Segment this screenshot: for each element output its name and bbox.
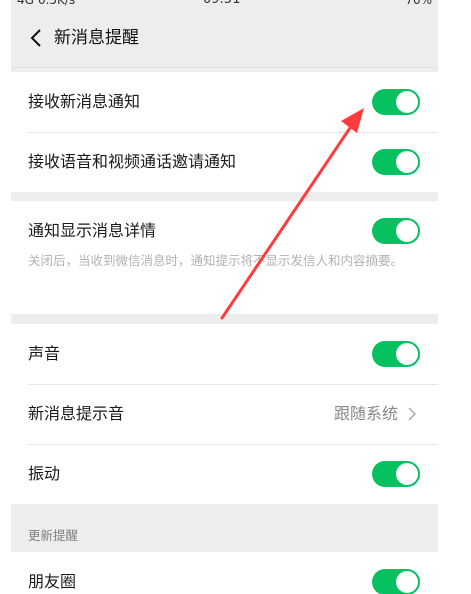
message-tone-label: 新消息提示音	[28, 404, 125, 423]
update-reminder-section-header: 更新提醒	[28, 528, 79, 543]
receive-new-message-toggle[interactable]	[372, 89, 420, 115]
toggle-knob	[396, 571, 418, 593]
sound-group: 声音 新消息提示音 跟随系统 振动	[11, 324, 438, 504]
vibration-row[interactable]: 振动	[11, 444, 438, 504]
status-time: 09:51	[203, 0, 240, 9]
toggle-knob	[396, 220, 418, 242]
toggle-knob	[396, 151, 418, 173]
sound-label: 声音	[28, 344, 61, 363]
moments-row[interactable]: 朋友圈	[11, 552, 438, 594]
toggle-knob	[396, 91, 418, 113]
moments-toggle[interactable]	[372, 569, 420, 594]
title-bar: 新消息提醒	[11, 9, 438, 68]
vibration-label: 振动	[28, 464, 61, 483]
receive-call-invite-toggle[interactable]	[372, 149, 420, 175]
back-chevron-icon	[30, 29, 41, 47]
show-message-detail-row[interactable]: 通知显示消息详情 关闭后，当收到微信消息时，通知提示将不显示发信人和内容摘要。	[11, 201, 438, 314]
network-indicator: 4G	[17, 0, 34, 7]
receive-new-message-label: 接收新消息通知	[28, 92, 141, 111]
vibration-toggle[interactable]	[372, 461, 420, 487]
toggle-knob	[396, 463, 418, 485]
show-message-detail-toggle[interactable]	[372, 218, 420, 244]
status-bar: 4G 0.5K/s 09:51 70%	[11, 0, 438, 9]
page-title: 新消息提醒	[54, 28, 139, 48]
message-tone-row[interactable]: 新消息提示音 跟随系统	[11, 384, 438, 444]
detail-group: 通知显示消息详情 关闭后，当收到微信消息时，通知提示将不显示发信人和内容摘要。	[11, 201, 438, 314]
network-speed: 0.5K/s	[37, 0, 76, 7]
moments-label: 朋友圈	[28, 572, 77, 591]
receive-new-message-row[interactable]: 接收新消息通知	[11, 72, 438, 132]
battery-level: 70%	[405, 0, 432, 7]
sound-toggle[interactable]	[372, 341, 420, 367]
sound-row[interactable]: 声音	[11, 324, 438, 384]
receive-call-invite-row[interactable]: 接收语音和视频通话邀请通知	[11, 132, 438, 192]
back-button[interactable]	[25, 26, 49, 50]
show-message-detail-label: 通知显示消息详情	[28, 221, 157, 240]
notification-group: 接收新消息通知 接收语音和视频通话邀请通知	[11, 72, 438, 192]
toggle-knob	[396, 343, 418, 365]
message-tone-value: 跟随系统	[333, 404, 398, 423]
show-message-detail-description: 关闭后，当收到微信消息时，通知提示将不显示发信人和内容摘要。	[28, 253, 404, 268]
receive-call-invite-label: 接收语音和视频通话邀请通知	[28, 152, 237, 171]
phone-screen: 4G 0.5K/s 09:51 70% 新消息提醒 接收新消息通知 接收语音和视…	[11, 0, 438, 594]
update-reminder-group: 朋友圈	[11, 552, 438, 594]
chevron-right-icon	[408, 407, 417, 421]
